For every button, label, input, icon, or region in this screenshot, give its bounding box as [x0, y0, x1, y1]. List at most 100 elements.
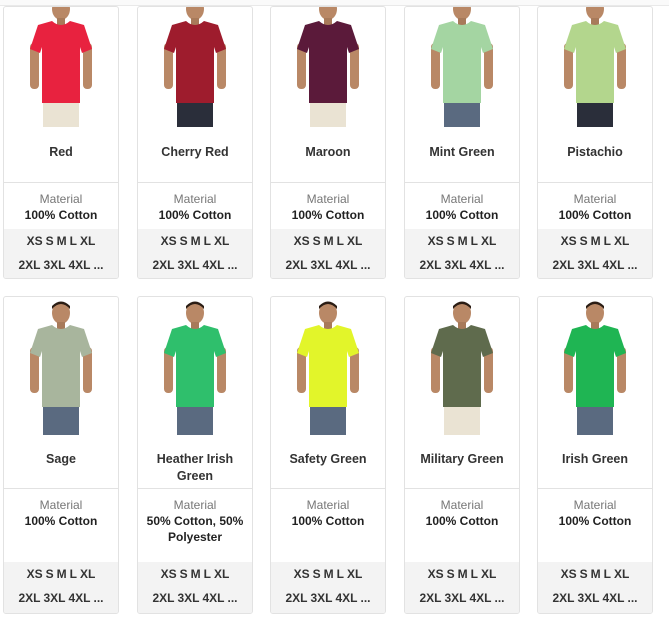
size-option[interactable]: 2XL	[18, 591, 40, 605]
size-option[interactable]: 4XL	[69, 591, 91, 605]
size-option[interactable]: 2XL	[552, 591, 574, 605]
size-option[interactable]: XL	[347, 234, 362, 248]
size-option[interactable]: M	[324, 567, 334, 581]
size-option[interactable]: L	[337, 567, 344, 581]
size-option[interactable]: S	[447, 567, 455, 581]
size-option[interactable]: S	[46, 567, 54, 581]
size-option[interactable]: 2XL	[152, 591, 174, 605]
size-option[interactable]: XL	[614, 567, 629, 581]
size-option[interactable]: S	[580, 567, 588, 581]
product-color-name[interactable]: Military Green	[405, 451, 519, 468]
more-sizes-ellipsis[interactable]: ...	[361, 258, 371, 272]
size-option[interactable]: M	[57, 567, 67, 581]
product-card[interactable]: Maroon Material 100% Cotton XS S M L XL 2XL 3XL 4X…	[270, 6, 386, 279]
product-image[interactable]	[271, 7, 385, 127]
size-option[interactable]: L	[471, 567, 478, 581]
size-option[interactable]: L	[604, 234, 611, 248]
size-option[interactable]: L	[204, 234, 211, 248]
more-sizes-ellipsis[interactable]: ...	[495, 591, 505, 605]
product-color-name[interactable]: Pistachio	[538, 144, 652, 161]
size-option[interactable]: 4XL	[69, 258, 91, 272]
size-option[interactable]: M	[458, 567, 468, 581]
size-option[interactable]: 3XL	[177, 258, 199, 272]
size-option[interactable]: 3XL	[444, 591, 466, 605]
size-option[interactable]: XS	[294, 567, 310, 581]
size-option[interactable]: 2XL	[419, 591, 441, 605]
size-option[interactable]: XL	[481, 567, 496, 581]
size-option[interactable]: XS	[428, 234, 444, 248]
size-option[interactable]: S	[313, 567, 321, 581]
size-option[interactable]: M	[324, 234, 334, 248]
product-image[interactable]	[538, 7, 652, 127]
product-color-name[interactable]: Heather Irish Green	[138, 451, 252, 485]
product-color-name[interactable]: Safety Green	[271, 451, 385, 468]
product-card[interactable]: Military Green Material 100% Cotton XS S M L XL…	[404, 296, 520, 614]
size-option[interactable]: 2XL	[285, 591, 307, 605]
more-sizes-ellipsis[interactable]: ...	[228, 591, 238, 605]
size-option[interactable]: XS	[428, 567, 444, 581]
size-option[interactable]: 4XL	[336, 591, 358, 605]
size-option[interactable]: 2XL	[552, 258, 574, 272]
size-option[interactable]: XS	[161, 234, 177, 248]
size-option[interactable]: S	[46, 234, 54, 248]
size-option[interactable]: 3XL	[177, 591, 199, 605]
product-card[interactable]: Sage Material 100% Cotton XS S M L XL 2XL 3XL 4XL.…	[3, 296, 119, 614]
size-option[interactable]: L	[604, 567, 611, 581]
product-image[interactable]	[4, 297, 118, 435]
size-option[interactable]: S	[180, 234, 188, 248]
size-option[interactable]: L	[70, 567, 77, 581]
product-color-name[interactable]: Irish Green	[538, 451, 652, 468]
product-color-name[interactable]: Mint Green	[405, 144, 519, 161]
size-option[interactable]: 3XL	[577, 258, 599, 272]
product-image[interactable]	[538, 297, 652, 435]
product-image[interactable]	[4, 7, 118, 127]
size-option[interactable]: 2XL	[419, 258, 441, 272]
size-option[interactable]: S	[313, 234, 321, 248]
size-option[interactable]: 2XL	[152, 258, 174, 272]
size-option[interactable]: S	[580, 234, 588, 248]
size-option[interactable]: XL	[214, 234, 229, 248]
size-option[interactable]: XL	[347, 567, 362, 581]
size-option[interactable]: 4XL	[470, 591, 492, 605]
product-image[interactable]	[138, 7, 252, 127]
size-option[interactable]: 3XL	[43, 591, 65, 605]
more-sizes-ellipsis[interactable]: ...	[228, 258, 238, 272]
size-option[interactable]: 3XL	[577, 591, 599, 605]
size-option[interactable]: 2XL	[285, 258, 307, 272]
product-card[interactable]: Pistachio Material 100% Cotton XS S M L XL 2XL 3X…	[537, 6, 653, 279]
product-color-name[interactable]: Maroon	[271, 144, 385, 161]
size-option[interactable]: XL	[481, 234, 496, 248]
size-option[interactable]: S	[180, 567, 188, 581]
size-option[interactable]: S	[447, 234, 455, 248]
size-option[interactable]: XL	[614, 234, 629, 248]
more-sizes-ellipsis[interactable]: ...	[628, 258, 638, 272]
size-option[interactable]: 4XL	[603, 591, 625, 605]
product-color-name[interactable]: Red	[4, 144, 118, 161]
more-sizes-ellipsis[interactable]: ...	[495, 258, 505, 272]
product-card[interactable]: Irish Green Material 100% Cotton XS S M L XL 2XL…	[537, 296, 653, 614]
size-option[interactable]: 2XL	[18, 258, 40, 272]
size-option[interactable]: M	[591, 567, 601, 581]
size-option[interactable]: XS	[561, 567, 577, 581]
more-sizes-ellipsis[interactable]: ...	[628, 591, 638, 605]
product-card[interactable]: Red Material 100% Cotton XS S M L XL 2XL 3XL 4XL..…	[3, 6, 119, 279]
size-option[interactable]: 4XL	[470, 258, 492, 272]
size-option[interactable]: M	[191, 234, 201, 248]
size-option[interactable]: XL	[214, 567, 229, 581]
size-option[interactable]: 4XL	[603, 258, 625, 272]
size-option[interactable]: 4XL	[203, 591, 225, 605]
size-option[interactable]: M	[57, 234, 67, 248]
size-option[interactable]: XS	[27, 567, 43, 581]
product-image[interactable]	[271, 297, 385, 435]
product-card[interactable]: Cherry Red Material 100% Cotton XS S M L XL 2XL 3…	[137, 6, 253, 279]
more-sizes-ellipsis[interactable]: ...	[94, 591, 104, 605]
more-sizes-ellipsis[interactable]: ...	[361, 591, 371, 605]
size-option[interactable]: XS	[561, 234, 577, 248]
product-card[interactable]: Safety Green Material 100% Cotton XS S M L XL 2X…	[270, 296, 386, 614]
size-option[interactable]: XL	[80, 234, 95, 248]
size-option[interactable]: L	[70, 234, 77, 248]
size-option[interactable]: L	[471, 234, 478, 248]
more-sizes-ellipsis[interactable]: ...	[94, 258, 104, 272]
size-option[interactable]: M	[591, 234, 601, 248]
size-option[interactable]: XL	[80, 567, 95, 581]
